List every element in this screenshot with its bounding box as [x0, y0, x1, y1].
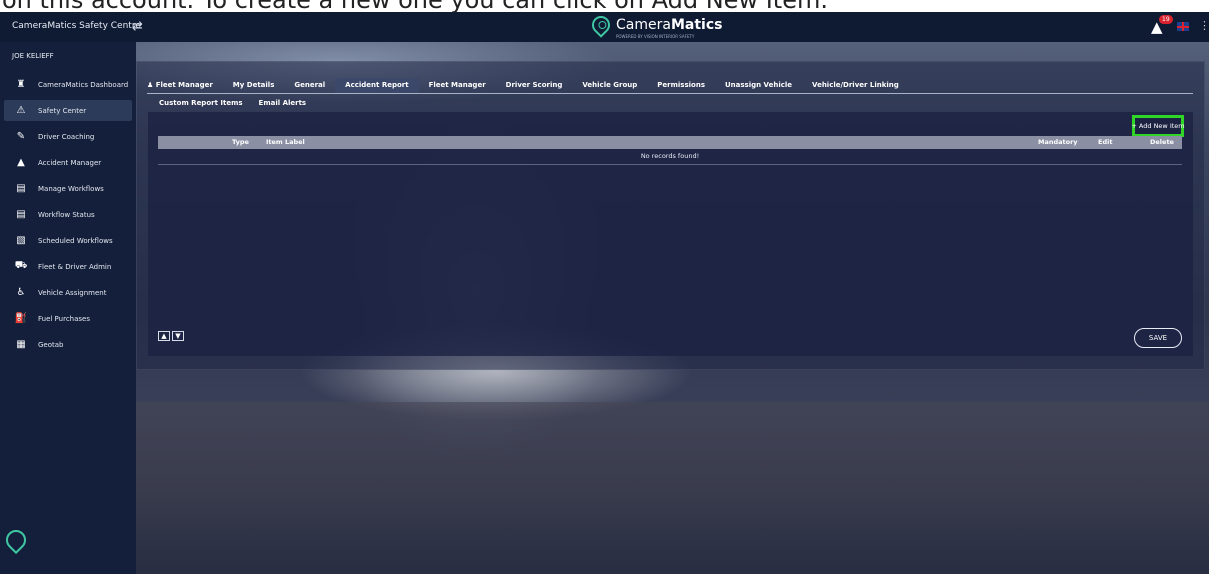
sidebar-item-label: Workflow Status — [38, 210, 95, 219]
user-name: JOE KELIEFF — [12, 52, 54, 60]
tab-label: Unassign Vehicle — [725, 81, 793, 89]
table-header: Type Item Label Mandatory Edit Delete — [158, 136, 1182, 149]
tab-label: My Details — [232, 81, 275, 89]
move-up-button[interactable]: ▲ — [158, 331, 170, 341]
sidebar-item-cameramatics-dashboard[interactable]: ♜ CameraMatics Dashboard — [4, 74, 132, 95]
sidebar-item-icon: ▲ — [17, 157, 25, 168]
sidebar-item-icon: ✎ — [16, 131, 26, 142]
subtab-bar: Custom Report Items Email Alerts — [159, 99, 306, 107]
tab-fleet-manager[interactable]: Fleet Manager — [419, 78, 496, 93]
logo-subtitle: POWERED BY VISION INTERIOR SAFETY — [616, 34, 695, 39]
sidebar-item-label: CameraMatics Dashboard — [38, 80, 129, 89]
column-edit: Edit — [1098, 138, 1113, 146]
background-road — [136, 402, 1209, 574]
tab-label: General — [294, 81, 326, 89]
custom-report-items-panel: + Add New Item Type Item Label Mandatory… — [148, 112, 1193, 356]
tab-label: Fleet Manager — [155, 81, 213, 89]
sidebar-item-label: Accident Manager — [38, 158, 102, 167]
sidebar-item-scheduled-workflows[interactable]: ▧ Scheduled Workflows — [4, 230, 132, 251]
sidebar-item-label: Geotab — [38, 340, 64, 349]
tab-label: Vehicle/Driver Linking — [812, 81, 899, 89]
user-icon: ♟ — [147, 81, 156, 89]
empty-state-text: No records found! — [640, 152, 700, 160]
sidebar-item-icon: ♜ — [16, 79, 26, 90]
add-new-item-button[interactable]: + Add New Item — [1131, 115, 1185, 137]
top-bar: CameraMatics Safety Centre ⇄ CameraMatic… — [0, 12, 1209, 42]
tab-label: Driver Scoring — [505, 81, 563, 89]
tab-general[interactable]: General — [284, 78, 335, 93]
swap-icon[interactable]: ⇄ — [132, 19, 143, 34]
tab-driver-scoring[interactable]: Driver Scoring — [496, 78, 573, 93]
sidebar-item-icon: ⛟ — [14, 260, 28, 271]
sidebar-logo-icon — [1, 525, 31, 555]
reorder-buttons: ▲ ▼ — [158, 331, 184, 341]
sidebar-item-label: Scheduled Workflows — [38, 236, 113, 245]
column-delete: Delete — [1150, 138, 1174, 146]
tab-label: Accident Report — [345, 81, 409, 89]
tab-vehicle-group[interactable]: Vehicle Group — [572, 78, 647, 93]
sidebar-item-label: Manage Workflows — [38, 184, 104, 193]
flag-uk-icon[interactable] — [1177, 22, 1189, 31]
sidebar-item-icon: ⚠ — [16, 105, 26, 116]
sidebar-item-icon: ▧ — [16, 235, 26, 246]
tab-fleet-manager[interactable]: ♟ Fleet Manager — [147, 78, 223, 93]
table-row-divider — [158, 164, 1182, 165]
sidebar-item-icon: ▤ — [16, 209, 26, 220]
tab-divider — [147, 93, 1193, 94]
sidebar-item-fuel-purchases[interactable]: ⛽ Fuel Purchases — [4, 308, 132, 329]
logo-text: CameraMatics — [616, 17, 723, 33]
sidebar-item-label: Vehicle Assignment — [38, 288, 107, 297]
sidebar-item-vehicle-assignment[interactable]: ♿ Vehicle Assignment — [4, 282, 132, 303]
sidebar-item-fleet-driver-admin[interactable]: ⛟ Fleet & Driver Admin — [4, 256, 132, 277]
sidebar-menu: ♜ CameraMatics Dashboard ⚠ Safety Center ✎ Dr… — [0, 74, 136, 360]
sidebar: JOE KELIEFF ♜ CameraMatics Dashboard ⚠ Safe… — [0, 42, 136, 574]
sidebar-item-driver-coaching[interactable]: ✎ Driver Coaching — [4, 126, 132, 147]
sidebar-item-accident-manager[interactable]: ▲ Accident Manager — [4, 152, 132, 173]
logo-mark-icon — [588, 12, 614, 38]
save-button[interactable]: SAVE — [1134, 328, 1182, 348]
tab-my-details[interactable]: My Details — [223, 78, 285, 93]
sidebar-item-workflow-status[interactable]: ▤ Workflow Status — [4, 204, 132, 225]
sidebar-item-label: Safety Center — [38, 106, 87, 115]
column-mandatory: Mandatory — [1038, 138, 1078, 146]
tab-permissions[interactable]: Permissions — [647, 78, 715, 93]
caption-text: on this account. To create a new one you… — [2, 0, 828, 12]
tab-vehicle-driver-linking[interactable]: Vehicle/Driver Linking — [802, 78, 909, 93]
tab-label: Fleet Manager — [428, 81, 486, 89]
sidebar-item-icon: ▤ — [16, 183, 26, 194]
sidebar-item-label: Fuel Purchases — [38, 314, 90, 323]
tab-unassign-vehicle[interactable]: Unassign Vehicle — [715, 78, 802, 93]
column-type: Type — [232, 138, 249, 146]
sidebar-item-safety-center[interactable]: ⚠ Safety Center — [4, 100, 132, 121]
sidebar-item-label: Driver Coaching — [38, 132, 95, 141]
instruction-caption: on this account. To create a new one you… — [0, 0, 1209, 12]
tab-bar: ♟ Fleet Manager My Details General Accident… — [147, 78, 909, 93]
alert-count-badge: 19 — [1159, 15, 1173, 24]
tab-accident-report[interactable]: Accident Report — [335, 78, 419, 93]
sidebar-item-icon: ⛽ — [14, 313, 28, 324]
move-down-button[interactable]: ▼ — [172, 331, 184, 341]
column-item-label: Item Label — [266, 138, 305, 146]
cameramatics-logo: CameraMatics POWERED BY VISION INTERIOR … — [588, 12, 723, 39]
subtab-email-alerts[interactable]: Email Alerts — [259, 99, 307, 107]
settings-panel: ♟ Fleet Manager My Details General Accident… — [136, 61, 1205, 370]
app-title: CameraMatics Safety Centre — [12, 21, 141, 31]
tab-label: Vehicle Group — [582, 81, 638, 89]
sidebar-item-icon: ▦ — [16, 339, 26, 350]
sidebar-item-manage-workflows[interactable]: ▤ Manage Workflows — [4, 178, 132, 199]
tab-label: Permissions — [657, 81, 705, 89]
sidebar-item-icon: ♿ — [16, 287, 26, 298]
kebab-icon[interactable]: ⋮ — [1199, 19, 1209, 32]
sidebar-item-label: Fleet & Driver Admin — [38, 262, 112, 271]
sidebar-item-geotab[interactable]: ▦ Geotab — [4, 334, 132, 355]
subtab-custom-report-items[interactable]: Custom Report Items — [159, 99, 243, 107]
